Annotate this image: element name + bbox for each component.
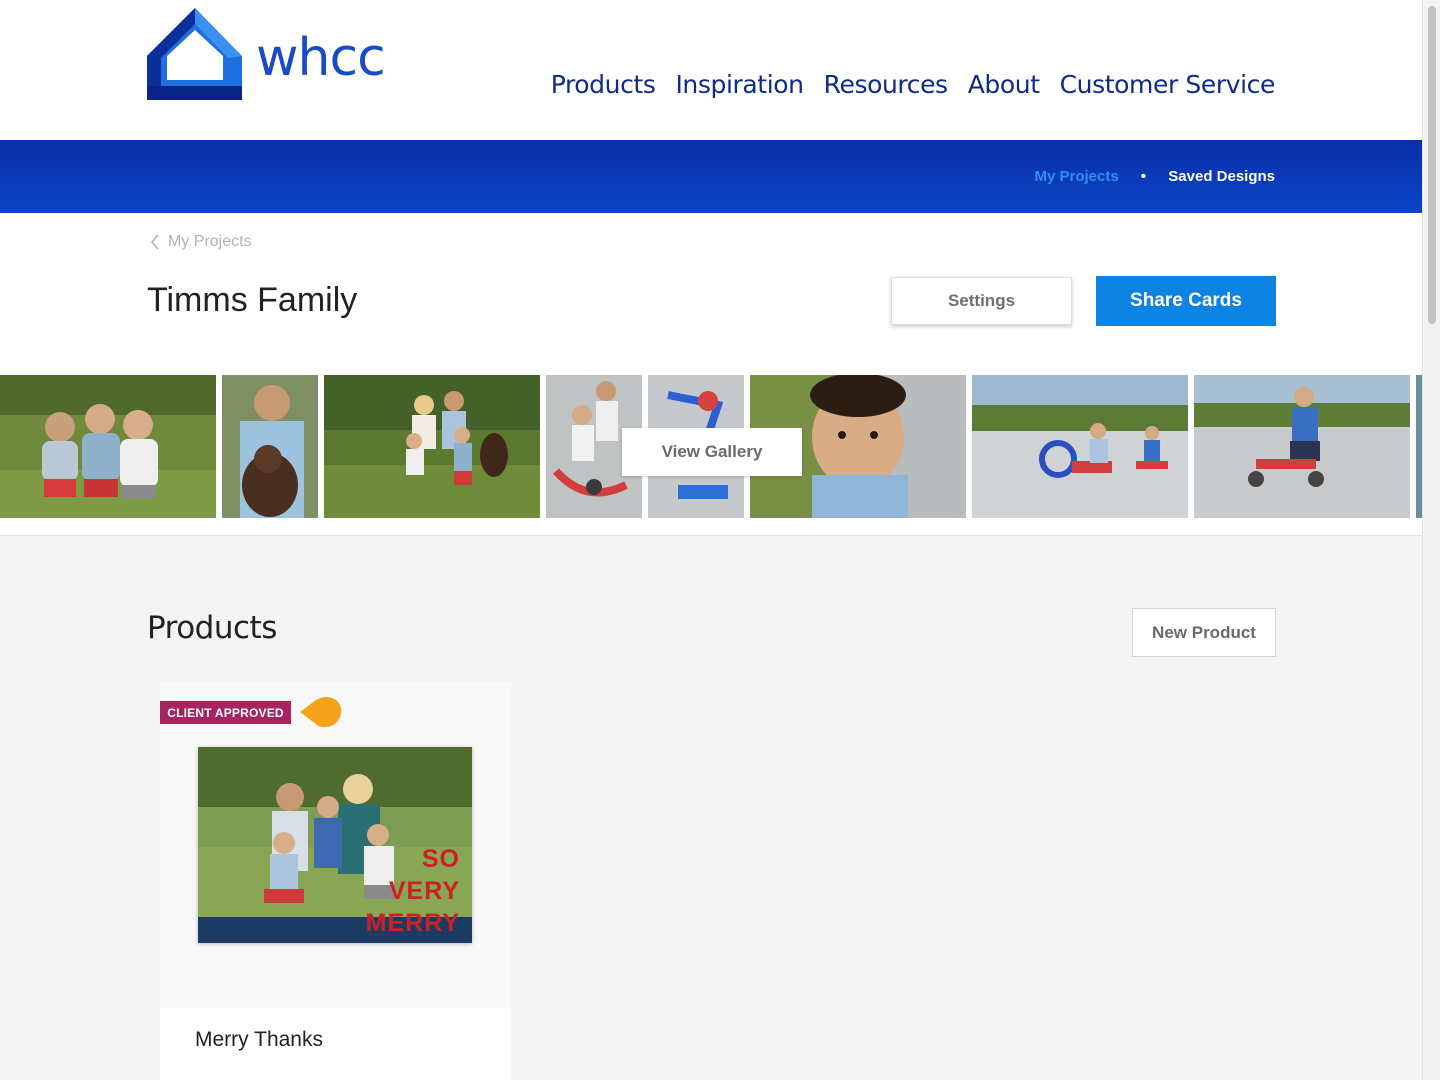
sub-nav: My Projects • Saved Designs (1034, 140, 1275, 213)
gallery-photo[interactable] (222, 375, 318, 518)
sub-nav-bar: My Projects • Saved Designs (0, 140, 1422, 213)
scrollbar-thumb[interactable] (1428, 6, 1436, 324)
nav-products[interactable]: Products (551, 68, 656, 102)
page-scrollbar[interactable] (1422, 0, 1440, 1080)
products-section: Products New Product CLIENT APPROVED SO … (0, 535, 1422, 1080)
card-design-text: SO VERY MERRY (366, 843, 460, 939)
chevron-left-icon (150, 234, 159, 250)
product-card-preview[interactable]: CLIENT APPROVED SO VERY MERRY (160, 682, 511, 1008)
main-nav: Products Inspiration Resources About Cus… (551, 68, 1276, 102)
gallery-photo[interactable] (0, 375, 216, 518)
share-cards-button[interactable]: Share Cards (1096, 276, 1276, 326)
gallery-photo[interactable] (1194, 375, 1410, 518)
page-title: Timms Family (147, 281, 358, 319)
nav-inspiration[interactable]: Inspiration (675, 68, 804, 102)
product-card-title[interactable]: Merry Thanks (195, 1028, 323, 1052)
sub-nav-separator: • (1140, 167, 1147, 185)
location-pin-icon (300, 697, 342, 727)
card-text-line: VERY (388, 877, 460, 905)
view-gallery-button[interactable]: View Gallery (622, 428, 802, 476)
sub-nav-saved-designs[interactable]: Saved Designs (1168, 168, 1275, 185)
site-header: whcc Products Inspiration Resources Abou… (0, 0, 1422, 140)
nav-about[interactable]: About (968, 68, 1040, 102)
new-product-button[interactable]: New Product (1132, 608, 1276, 657)
card-text-line: MERRY (365, 909, 460, 937)
nav-customer-service[interactable]: Customer Service (1060, 68, 1276, 102)
sub-nav-my-projects[interactable]: My Projects (1034, 168, 1118, 185)
breadcrumb-label: My Projects (168, 233, 252, 250)
gallery-photo[interactable] (324, 375, 540, 518)
card-text-line: SO (421, 845, 460, 873)
products-heading: Products (147, 610, 277, 646)
logo-wordmark[interactable]: whcc (256, 28, 386, 88)
nav-resources[interactable]: Resources (824, 68, 948, 102)
product-card-image[interactable]: SO VERY MERRY (198, 747, 472, 943)
page: whcc Products Inspiration Resources Abou… (0, 0, 1422, 1080)
status-badge: CLIENT APPROVED (160, 701, 291, 724)
settings-button[interactable]: Settings (891, 277, 1072, 325)
breadcrumb[interactable]: My Projects (150, 233, 252, 251)
gallery-photo[interactable] (972, 375, 1188, 518)
product-card[interactable]: CLIENT APPROVED SO VERY MERRY Merry Than… (160, 682, 511, 1080)
